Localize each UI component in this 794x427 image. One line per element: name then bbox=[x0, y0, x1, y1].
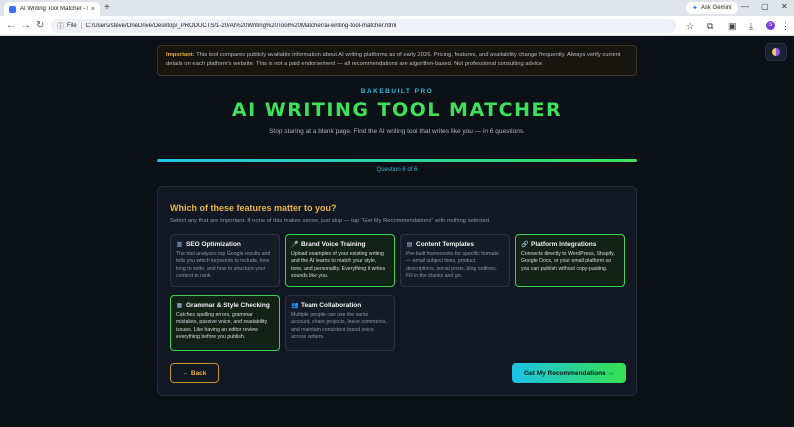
back-nav-icon[interactable]: ← bbox=[6, 19, 16, 33]
page-title: AI WRITING TOOL MATCHER bbox=[231, 99, 563, 121]
extensions-icon[interactable]: ⧉ bbox=[707, 19, 713, 33]
reload-icon[interactable]: ↻ bbox=[36, 19, 44, 33]
sidebar-icon[interactable]: ▣ bbox=[728, 19, 737, 33]
question-counter: Question 6 of 6 bbox=[376, 167, 418, 173]
theme-icon bbox=[772, 48, 780, 56]
option-description: The tool analyzes top Google results and… bbox=[176, 251, 271, 279]
option-platform-integrations[interactable]: 🔗 Platform Integrations Connects directly… bbox=[515, 234, 625, 287]
option-name: Brand Voice Training bbox=[301, 241, 366, 248]
url-text[interactable]: C:/Users/steve/OneDrive/Desktop/_PRODUCT… bbox=[86, 23, 397, 29]
progress-fill bbox=[157, 159, 637, 162]
theme-toggle-button[interactable] bbox=[765, 43, 787, 61]
disclaimer-label: Important: bbox=[166, 52, 195, 58]
back-button[interactable]: ← Back bbox=[170, 363, 219, 383]
question-card: Which of these features matter to you? S… bbox=[157, 186, 637, 396]
option-content-templates[interactable]: ▤ Content Templates Pre-built frameworks … bbox=[400, 234, 510, 287]
browser-tab[interactable]: AI Writing Tool Matcher - Bake × bbox=[4, 2, 100, 16]
option-name: Platform Integrations bbox=[531, 241, 597, 248]
tab-close-icon[interactable]: × bbox=[91, 6, 95, 13]
minimize-button[interactable]: — bbox=[741, 1, 749, 13]
page-content: Important: This tool compares publicly a… bbox=[0, 36, 794, 427]
close-window-button[interactable]: ✕ bbox=[781, 1, 788, 13]
microphone-icon: 🎤 bbox=[291, 242, 299, 248]
disclaimer-banner: Important: This tool compares publicly a… bbox=[157, 45, 637, 76]
new-tab-button[interactable]: + bbox=[104, 2, 110, 14]
progress-bar bbox=[157, 159, 637, 162]
option-name: Grammar & Style Checking bbox=[186, 302, 270, 309]
page-subtitle: Stop staring at a blank page. Find the A… bbox=[269, 128, 525, 135]
url-scheme-label: File bbox=[67, 23, 82, 29]
option-brand-voice-training[interactable]: 🎤 Brand Voice Training Upload examples of… bbox=[285, 234, 395, 287]
favicon-icon bbox=[9, 5, 16, 13]
option-team-collaboration[interactable]: 👥 Team Collaboration Multiple people can … bbox=[285, 295, 395, 351]
option-name: SEO Optimization bbox=[186, 241, 241, 248]
get-recommendations-button[interactable]: Get My Recommendations → bbox=[512, 363, 626, 383]
maximize-button[interactable]: ▢ bbox=[761, 1, 769, 13]
ask-gemini-button[interactable]: ✦ Ask Gemini bbox=[686, 2, 738, 14]
profile-avatar[interactable]: S bbox=[766, 21, 775, 30]
option-description: Upload examples of your existing writing… bbox=[291, 251, 386, 279]
option-description: Pre-built frameworks for specific format… bbox=[406, 251, 499, 279]
question-hint: Select any that are important. If none o… bbox=[170, 218, 491, 224]
option-description: Connects directly to WordPress, Shopify,… bbox=[521, 251, 615, 272]
ask-gemini-label: Ask Gemini bbox=[700, 5, 732, 11]
address-bar[interactable]: ⓘ File C:/Users/steve/OneDrive/Desktop/_… bbox=[51, 19, 676, 33]
browser-toolbar: ← → ↻ ⓘ File C:/Users/steve/OneDrive/Des… bbox=[0, 16, 794, 36]
notebook-icon: ▦ bbox=[176, 303, 183, 309]
browser-tab-bar: AI Writing Tool Matcher - Bake × + ✦ Ask… bbox=[0, 0, 794, 16]
option-name: Content Templates bbox=[416, 241, 475, 248]
forward-nav-icon[interactable]: → bbox=[21, 19, 31, 33]
brand-label: BAKEBUILT PRO bbox=[360, 88, 434, 95]
download-icon[interactable]: ⤓ bbox=[749, 19, 753, 33]
bookmark-star-icon[interactable]: ☆ bbox=[686, 19, 694, 33]
option-description: Catches spelling errors, grammar mistake… bbox=[176, 312, 268, 340]
link-icon: 🔗 bbox=[521, 242, 529, 248]
tab-title: AI Writing Tool Matcher - Bake bbox=[20, 6, 88, 12]
menu-icon[interactable]: ⋮ bbox=[781, 19, 790, 33]
question-title: Which of these features matter to you? bbox=[170, 203, 337, 213]
option-name: Team Collaboration bbox=[301, 302, 362, 309]
clipboard-icon: ▤ bbox=[406, 242, 413, 248]
option-description: Multiple people can use the same account… bbox=[291, 312, 387, 340]
disclaimer-text: This tool compares publicly available in… bbox=[166, 52, 621, 67]
gemini-icon: ✦ bbox=[692, 5, 698, 12]
option-grammar-style-checking[interactable]: ▦ Grammar & Style Checking Catches spelli… bbox=[170, 295, 280, 351]
team-icon: 👥 bbox=[291, 303, 299, 309]
option-seo-optimization[interactable]: ▥ SEO Optimization The tool analyzes top … bbox=[170, 234, 280, 287]
site-info-icon[interactable]: ⓘ bbox=[57, 21, 64, 31]
chart-icon: ▥ bbox=[176, 242, 183, 248]
